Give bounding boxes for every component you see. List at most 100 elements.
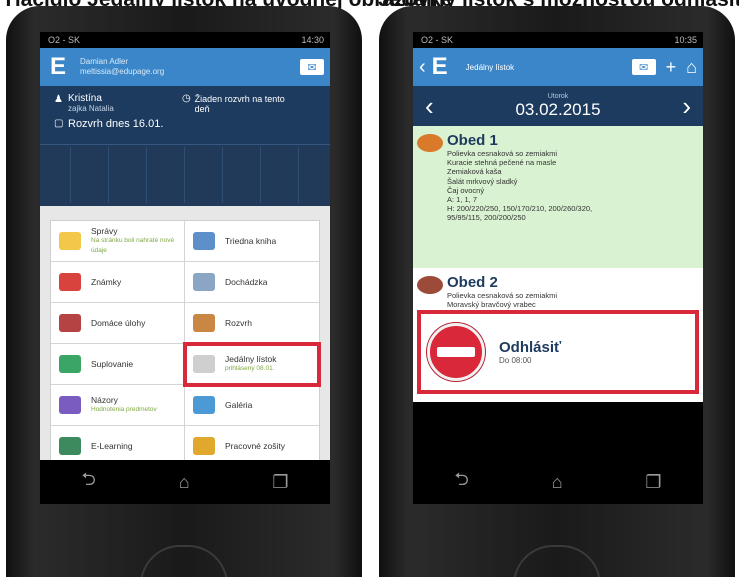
homework-icon bbox=[59, 314, 81, 332]
user-name: Damian Adler bbox=[80, 57, 129, 66]
mail-icon[interactable]: ✉ bbox=[631, 59, 656, 75]
logout-meal-button[interactable]: Odhlásiť Do 08:00 bbox=[417, 310, 699, 394]
account-info[interactable]: Damian Adler meltissia@edupage.org bbox=[80, 57, 164, 77]
meal-dishes: Polievka cesnaková so zemiakmi Kuracie st… bbox=[443, 149, 695, 223]
module-label: Suplovanie bbox=[91, 359, 134, 369]
app-header: ‹ E Jedálny lístok ✉ + ⌂ bbox=[413, 48, 703, 86]
substitution-icon bbox=[59, 355, 81, 373]
back-chevron-icon[interactable]: ‹ bbox=[419, 56, 426, 79]
gallery-icon bbox=[193, 396, 215, 414]
module-label: Pracovné zošity bbox=[225, 441, 285, 451]
dish-line: A: 1, 1, 7 bbox=[447, 195, 478, 205]
app-header: E Damian Adler meltissia@edupage.org ✉ bbox=[40, 48, 330, 86]
module-label: E-Learning bbox=[91, 441, 133, 451]
module-tile[interactable]: Suplovanie bbox=[51, 344, 185, 385]
workbook-medal-icon bbox=[193, 437, 215, 455]
module-label: Galéria bbox=[225, 400, 253, 410]
clock-label: 14:30 bbox=[301, 35, 324, 45]
student-panel: ♟ Kristína zajka Natalia ◷ Žiaden rozvrh… bbox=[40, 86, 330, 144]
module-tile[interactable]: Galéria bbox=[185, 385, 319, 426]
android-nav-bar: ⮌ ⌂ ❐ bbox=[40, 460, 330, 504]
calendar-icon: ▢ bbox=[54, 118, 64, 129]
student-name[interactable]: Kristína bbox=[68, 94, 114, 104]
module-tile[interactable]: Názory Hodnotenia predmetov bbox=[51, 385, 185, 426]
module-label: Názory bbox=[91, 395, 118, 405]
day-name: Utorok bbox=[547, 92, 569, 100]
module-label: Dochádzka bbox=[225, 277, 268, 287]
clock-label: 10:35 bbox=[674, 35, 697, 45]
module-label: Domáce úlohy bbox=[91, 318, 146, 328]
physical-home-button[interactable] bbox=[513, 545, 601, 577]
module-tile[interactable]: Domáce úlohy bbox=[51, 303, 185, 344]
dish-line: Polievka cesnaková so zemiakmi bbox=[447, 149, 558, 158]
dish-line: Kuracie stehná pečené na masle bbox=[447, 158, 557, 168]
module-sublabel: Na stránku boli nahraté nové údaje bbox=[91, 237, 175, 254]
edupage-logo[interactable]: E bbox=[46, 53, 70, 81]
opinions-icon bbox=[59, 396, 81, 414]
dish-line: Čaj ovocný bbox=[447, 185, 485, 195]
back-icon[interactable]: ⮌ bbox=[81, 467, 95, 497]
add-icon[interactable]: + bbox=[666, 57, 677, 78]
attendance-clock-icon bbox=[193, 273, 215, 291]
status-bar: O2 - SK 14:30 bbox=[40, 32, 330, 48]
module-tile[interactable]: Jedálny lístok prihlásený 08.01. bbox=[183, 342, 321, 387]
date-navigator: ‹ Utorok 03.02.2015 › bbox=[413, 86, 703, 126]
home-icon[interactable]: ⌂ bbox=[686, 57, 697, 78]
module-tile[interactable]: Triedna kniha bbox=[185, 221, 319, 262]
carrier-label: O2 - SK bbox=[48, 35, 81, 45]
meal-title: Obed 2 bbox=[447, 274, 498, 291]
grades-icon bbox=[59, 273, 81, 291]
module-tile[interactable]: Rozvrh bbox=[185, 303, 319, 344]
home-icon[interactable]: ⌂ bbox=[552, 472, 563, 493]
module-sublabel: Hodnotenia predmetov bbox=[91, 406, 157, 413]
carrier-label: O2 - SK bbox=[421, 35, 454, 45]
clock-icon: ◷ bbox=[182, 93, 191, 104]
module-label: Triedna kniha bbox=[225, 236, 277, 246]
student-sub: zajka Natalia bbox=[68, 104, 114, 113]
dish-line: Polievka cesnaková so zemiakmi bbox=[447, 291, 558, 300]
no-schedule-note: ◷ Žiaden rozvrh na tento deň bbox=[182, 93, 285, 115]
screen-right: O2 - SK 10:35 ‹ E Jedálny lístok ✉ + ⌂ ‹… bbox=[413, 32, 703, 504]
today-schedule-label[interactable]: Rozvrh dnes 16.01. bbox=[68, 118, 163, 130]
module-tile[interactable]: Známky bbox=[51, 262, 185, 303]
module-grid: Správy Na stránku boli nahraté nové údaje… bbox=[50, 220, 321, 468]
module-label: Známky bbox=[91, 277, 122, 287]
recents-icon[interactable]: ❐ bbox=[645, 472, 661, 493]
logout-deadline: Do 08:00 bbox=[499, 356, 532, 365]
elearning-icon bbox=[59, 437, 81, 455]
dish-line: Zemiaková kaša bbox=[447, 167, 502, 177]
user-email: meltissia@edupage.org bbox=[80, 67, 165, 76]
previous-day-icon[interactable]: ‹ bbox=[425, 91, 434, 122]
dish-line: H: 200/220/250, 150/170/210, 200/260/320… bbox=[447, 204, 593, 214]
phone-frame-right: O2 - SK 10:35 ‹ E Jedálny lístok ✉ + ⌂ ‹… bbox=[379, 6, 735, 577]
logout-label: Odhlásiť bbox=[499, 339, 562, 356]
module-tile[interactable]: Dochádzka bbox=[185, 262, 319, 303]
dish-line: 95/95/115, 200/200/250 bbox=[447, 213, 526, 223]
module-tile[interactable]: Správy Na stránku boli nahraté nové údaje bbox=[51, 221, 185, 262]
home-icon[interactable]: ⌂ bbox=[179, 472, 190, 493]
lunch-plate-icon bbox=[193, 355, 215, 373]
student-icon: ♟ bbox=[54, 94, 63, 105]
module-area: Správy Na stránku boli nahraté nové údaje… bbox=[40, 206, 330, 488]
physical-home-button[interactable] bbox=[140, 545, 228, 577]
class-book-icon bbox=[193, 232, 215, 250]
no-entry-icon bbox=[427, 323, 485, 381]
dish-line: Moravský bravčový vrabec bbox=[447, 300, 536, 310]
page-title: Jedálny lístok bbox=[465, 62, 515, 72]
back-icon[interactable]: ⮌ bbox=[454, 467, 468, 497]
dish-line: Šalát mrkvový sladký bbox=[447, 176, 518, 186]
next-day-icon[interactable]: › bbox=[682, 91, 691, 122]
phone-frame-left: O2 - SK 14:30 E Damian Adler meltissia@e… bbox=[6, 6, 362, 577]
chicken-icon bbox=[417, 134, 443, 152]
android-nav-bar: ⮌ ⌂ ❐ bbox=[413, 460, 703, 504]
recents-icon[interactable]: ❐ bbox=[272, 472, 288, 493]
schedule-timeline[interactable] bbox=[40, 144, 330, 206]
timetable-icon bbox=[193, 314, 215, 332]
meat-icon bbox=[417, 276, 443, 294]
meal-option-1[interactable]: Obed 1 Polievka cesnaková so zemiakmi Kur… bbox=[413, 126, 703, 268]
edupage-logo: E bbox=[431, 53, 448, 80]
module-label: Jedálny lístok bbox=[225, 354, 277, 364]
module-label: Správy bbox=[91, 226, 118, 236]
mail-icon[interactable]: ✉ bbox=[300, 59, 324, 75]
module-label: Rozvrh bbox=[225, 318, 252, 328]
